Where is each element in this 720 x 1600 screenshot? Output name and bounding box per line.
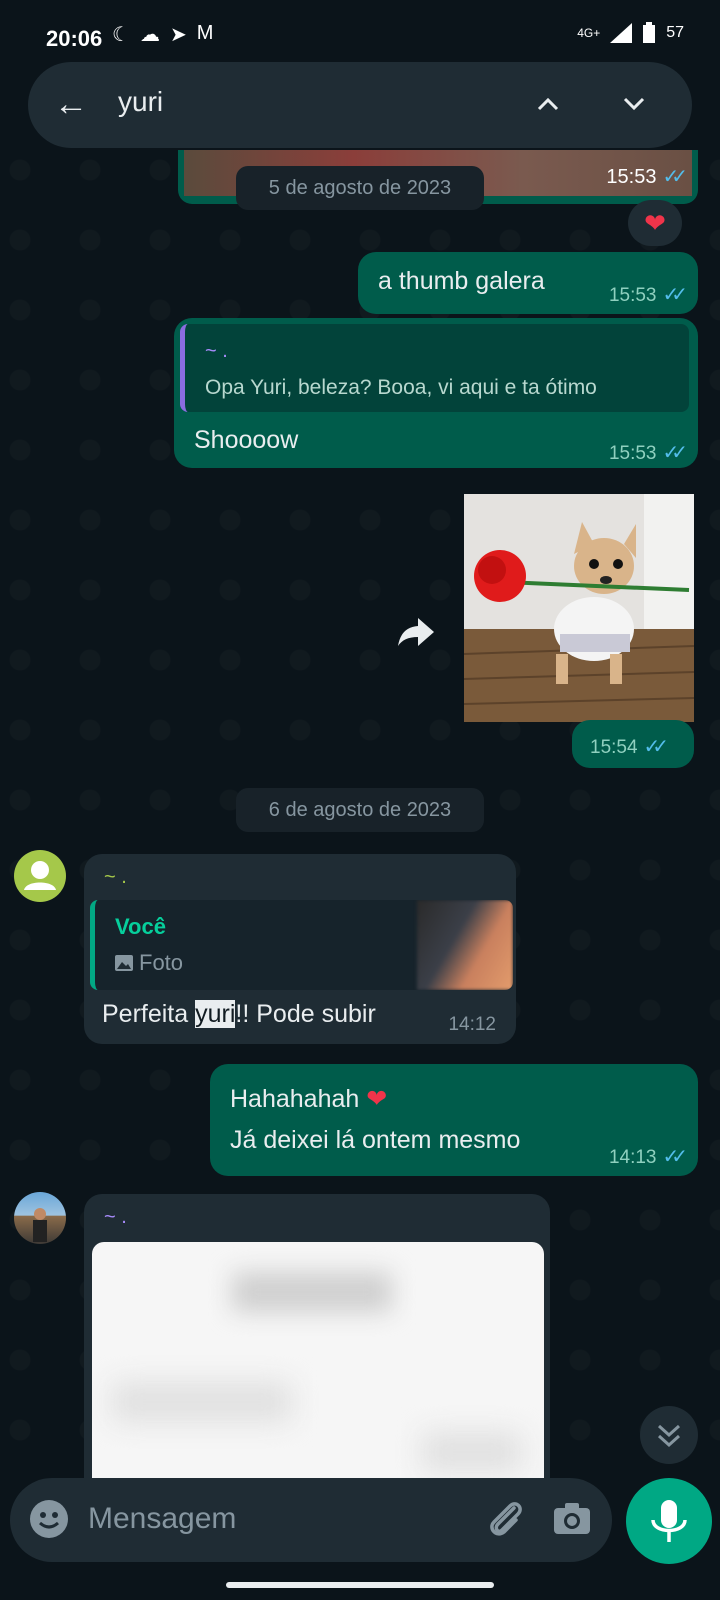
blur-shape <box>422 1432 522 1472</box>
search-highlight: yuri <box>195 1000 236 1028</box>
quoted-message[interactable]: Você Foto <box>90 900 513 990</box>
blur-shape <box>232 1272 392 1312</box>
read-receipt-icon: ✓✓ <box>662 284 687 306</box>
date-divider: 5 de agosto de 2023 <box>236 166 484 210</box>
heart-reaction[interactable]: ❤ <box>628 200 682 246</box>
message-composer: Mensagem <box>10 1478 612 1562</box>
message-timestamp: 14:13 ✓✓ <box>608 1146 688 1168</box>
message-timestamp: 14:12 <box>448 1014 496 1035</box>
status-right-icons: 4G+ 57 <box>577 22 684 44</box>
read-receipt-icon: ✓✓ <box>643 736 669 758</box>
quoted-thumbnail <box>417 900 513 990</box>
outgoing-message[interactable]: Hahahahah ❤ Já deixei lá ontem mesmo 14:… <box>210 1064 698 1176</box>
cloud-icon: ☁ <box>139 24 160 46</box>
dog-photo[interactable] <box>464 494 694 722</box>
message-timestamp: 15:54 ✓✓ <box>590 736 669 758</box>
date-divider: 6 de agosto de 2023 <box>236 788 484 832</box>
message-timestamp: 15:53 ✓✓ <box>608 442 688 464</box>
blur-shape <box>112 1382 292 1422</box>
dog-with-rose-image <box>464 494 694 722</box>
avatar[interactable] <box>14 850 66 902</box>
quoted-message[interactable]: ~ . Opa Yuri, beleza? Booa, vi aqui e ta… <box>180 324 689 412</box>
incoming-reply-message[interactable]: ~ . Você Foto Perfeita yuri!! Pode subir… <box>84 854 516 1044</box>
quoted-text: Opa Yuri, beleza? Booa, vi aqui e ta óti… <box>205 376 597 399</box>
clock: 20:06 <box>46 26 103 51</box>
blurred-image[interactable] <box>92 1242 544 1494</box>
message-text: Perfeita yuri!! Pode subir <box>102 1000 376 1028</box>
outgoing-message[interactable]: a thumb galera 15:53 ✓✓ <box>358 252 698 314</box>
chat-search-bar: ← yuri <box>28 62 692 148</box>
status-left-icons: ☾ ☁ ➤ M <box>112 22 213 47</box>
search-next-icon[interactable] <box>622 92 646 116</box>
search-previous-icon[interactable] <box>536 92 560 116</box>
signal-icon <box>610 23 633 43</box>
microphone-icon <box>651 1500 687 1542</box>
message-input[interactable]: Mensagem <box>88 1502 236 1536</box>
moon-icon: ☾ <box>112 24 130 46</box>
avatar[interactable] <box>14 1192 66 1244</box>
image-timestamp-bubble: 15:54 ✓✓ <box>572 720 694 768</box>
read-receipt-icon: ✓✓ <box>662 442 687 464</box>
previous-image-timestamp: 15:53 ✓✓ <box>606 166 687 188</box>
read-receipt-icon: ✓✓ <box>662 166 687 188</box>
quoted-photo-label: Foto <box>115 950 183 976</box>
outgoing-reply-message[interactable]: ~ . Opa Yuri, beleza? Booa, vi aqui e ta… <box>174 318 698 468</box>
search-query[interactable]: yuri <box>118 86 163 118</box>
message-text: Shoooow <box>194 426 299 454</box>
incoming-image-message[interactable]: ~ . <box>84 1194 550 1494</box>
scroll-to-bottom-button[interactable] <box>640 1406 698 1464</box>
sender-name: ~ . <box>104 866 127 888</box>
message-line: Hahahahah ❤ <box>230 1085 388 1113</box>
read-receipt-icon: ✓✓ <box>662 1146 687 1168</box>
message-timestamp: 15:53 ✓✓ <box>608 284 688 306</box>
telegram-icon: ➤ <box>169 24 187 46</box>
message-line: Já deixei lá ontem mesmo <box>230 1126 521 1154</box>
photo-icon <box>115 955 133 971</box>
camera-icon[interactable] <box>552 1500 592 1536</box>
forward-icon[interactable] <box>396 614 436 648</box>
quoted-author: Você <box>115 914 166 939</box>
message-text: a thumb galera <box>378 267 545 295</box>
battery-level: 57 <box>666 24 684 41</box>
quoted-author: ~ . <box>205 340 228 362</box>
default-avatar-icon <box>24 861 56 890</box>
status-bar: 20:06 ☾ ☁ ➤ M 4G+ 57 <box>0 0 720 64</box>
profile-photo <box>33 1208 47 1242</box>
voice-message-button[interactable] <box>626 1478 712 1564</box>
emoji-icon[interactable] <box>30 1500 68 1538</box>
gesture-bar[interactable] <box>226 1582 494 1588</box>
double-chevron-down-icon <box>657 1424 681 1448</box>
sender-name: ~ . <box>104 1206 127 1228</box>
attach-icon[interactable] <box>484 1496 528 1542</box>
heart-emoji: ❤ <box>366 1085 388 1113</box>
network-label: 4G+ <box>577 26 601 40</box>
gmail-icon: M <box>196 22 214 44</box>
back-arrow-icon[interactable]: ← <box>54 84 88 124</box>
battery-icon <box>643 22 656 43</box>
